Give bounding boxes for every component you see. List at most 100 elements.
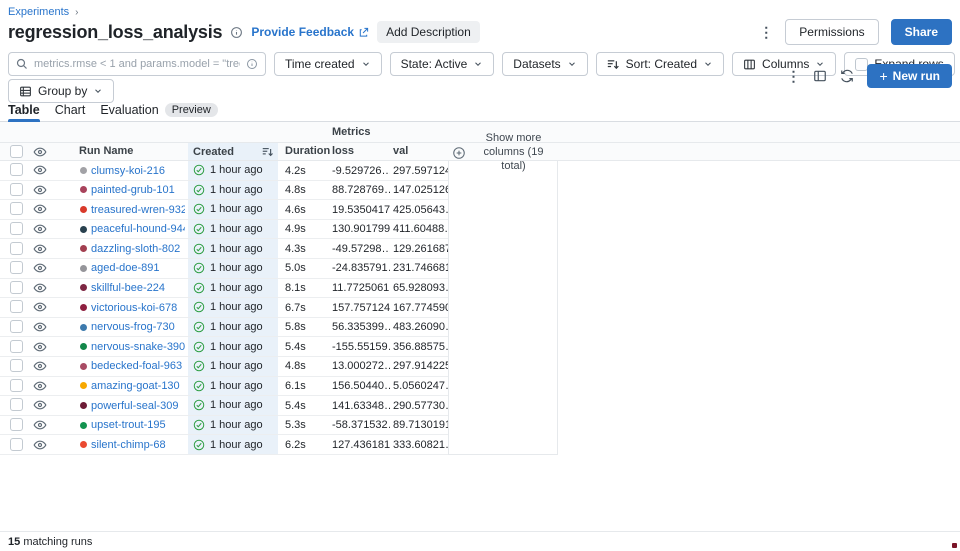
row-visibility-eye-icon[interactable] — [33, 183, 47, 197]
run-name-link[interactable]: treasured-wren-932 — [91, 204, 185, 216]
row-visibility-eye-icon[interactable] — [33, 438, 47, 452]
search-info-icon[interactable] — [246, 58, 258, 70]
row-checkbox[interactable] — [10, 281, 23, 294]
row-visibility-eye-icon[interactable] — [33, 281, 47, 295]
run-name-link[interactable]: silent-chimp-68 — [91, 439, 166, 451]
col-header-created[interactable]: Created — [188, 143, 278, 160]
search-input[interactable] — [34, 58, 240, 70]
run-name-link[interactable]: peaceful-hound-944 — [91, 223, 185, 235]
loss-cell: -155.55159… — [332, 341, 390, 353]
duration-cell: 4.8s — [285, 360, 329, 372]
run-name-link[interactable]: powerful-seal-309 — [91, 400, 178, 412]
duration-cell: 4.6s — [285, 204, 329, 216]
time-created-filter[interactable]: Time created — [274, 52, 382, 76]
group-by-control[interactable]: Group by — [8, 79, 114, 103]
breadcrumb-experiments-link[interactable]: Experiments — [8, 6, 69, 18]
row-checkbox[interactable] — [10, 222, 23, 235]
add-description-button[interactable]: Add Description — [377, 21, 480, 43]
tab-chart[interactable]: Chart — [55, 103, 86, 121]
row-visibility-eye-icon[interactable] — [33, 359, 47, 373]
col-header-run-name[interactable]: Run Name — [79, 145, 133, 157]
eye-icon[interactable] — [33, 145, 47, 159]
sort-control[interactable]: Sort: Created — [596, 52, 724, 76]
row-checkbox[interactable] — [10, 398, 23, 411]
row-checkbox[interactable] — [10, 418, 23, 431]
run-name-link[interactable]: nervous-frog-730 — [91, 321, 175, 333]
side-panel-icon[interactable] — [813, 69, 827, 83]
run-color-dot — [80, 382, 87, 389]
created-text: 1 hour ago — [210, 321, 263, 333]
tab-table[interactable]: Table — [8, 103, 40, 121]
created-cell: 1 hour ago — [188, 435, 278, 454]
search-icon — [16, 58, 28, 70]
loss-cell: 88.728769… — [332, 184, 390, 196]
row-checkbox[interactable] — [10, 300, 23, 313]
new-run-button[interactable]: + New run — [867, 64, 952, 88]
refresh-icon[interactable] — [840, 69, 854, 83]
row-checkbox[interactable] — [10, 261, 23, 274]
row-visibility-eye-icon[interactable] — [33, 222, 47, 236]
run-name-link[interactable]: upset-trout-195 — [91, 419, 166, 431]
row-checkbox[interactable] — [10, 340, 23, 353]
row-checkbox[interactable] — [10, 163, 23, 176]
row-checkbox[interactable] — [10, 202, 23, 215]
table-overflow-menu-icon[interactable]: ⋮ — [786, 69, 800, 83]
col-header-val[interactable]: val — [393, 145, 408, 157]
run-name-link[interactable]: dazzling-sloth-802 — [91, 243, 180, 255]
row-visibility-eye-icon[interactable] — [33, 202, 47, 216]
metrics-group-label: Metrics — [332, 126, 371, 138]
show-more-columns-button[interactable]: Show more columns (19 total) — [452, 132, 556, 173]
new-run-label: New run — [893, 69, 940, 83]
val-cell: 129.261687… — [393, 243, 448, 255]
val-cell: 290.57730… — [393, 400, 448, 412]
status-finished-icon — [193, 380, 205, 392]
row-checkbox[interactable] — [10, 242, 23, 255]
row-visibility-eye-icon[interactable] — [33, 379, 47, 393]
duration-cell: 5.3s — [285, 419, 329, 431]
loss-cell: 130.901799… — [332, 223, 390, 235]
select-all-checkbox[interactable] — [10, 145, 23, 158]
run-name-link[interactable]: victorious-koi-678 — [91, 302, 177, 314]
row-visibility-eye-icon[interactable] — [33, 320, 47, 334]
row-checkbox[interactable] — [10, 320, 23, 333]
row-checkbox[interactable] — [10, 379, 23, 392]
run-color-dot — [80, 402, 87, 409]
status-finished-icon — [193, 419, 205, 431]
permissions-button[interactable]: Permissions — [785, 19, 878, 45]
loss-cell: 157.757124… — [332, 302, 390, 314]
run-name-link[interactable]: bedecked-foal-963 — [91, 360, 182, 372]
run-name-link[interactable]: nervous-snake-390 — [91, 341, 185, 353]
share-button[interactable]: Share — [891, 19, 952, 45]
row-visibility-eye-icon[interactable] — [33, 261, 47, 275]
tab-evaluation[interactable]: EvaluationPreview — [100, 103, 218, 121]
col-header-duration[interactable]: Duration — [285, 145, 330, 157]
provide-feedback-link[interactable]: Provide Feedback — [251, 25, 369, 39]
row-checkbox[interactable] — [10, 359, 23, 372]
info-icon[interactable] — [230, 26, 243, 39]
run-name-link[interactable]: painted-grub-101 — [91, 184, 175, 196]
search-box[interactable] — [8, 52, 266, 76]
state-filter[interactable]: State: Active — [390, 52, 495, 76]
row-checkbox[interactable] — [10, 438, 23, 451]
table-row: nervous-snake-3901 hour ago5.4s-155.5515… — [0, 337, 448, 357]
row-visibility-eye-icon[interactable] — [33, 418, 47, 432]
run-name-link[interactable]: amazing-goat-130 — [91, 380, 180, 392]
overflow-menu-icon[interactable]: ⋮ — [759, 25, 773, 39]
datasets-filter[interactable]: Datasets — [502, 52, 587, 76]
created-cell: 1 hour ago — [188, 337, 278, 356]
row-visibility-eye-icon[interactable] — [33, 340, 47, 354]
columns-icon — [743, 58, 756, 71]
row-visibility-eye-icon[interactable] — [33, 242, 47, 256]
row-visibility-eye-icon[interactable] — [33, 300, 47, 314]
row-visibility-eye-icon[interactable] — [33, 163, 47, 177]
show-more-label: Show more columns (19 total) — [471, 132, 556, 173]
run-name-link[interactable]: aged-doe-891 — [91, 262, 160, 274]
loss-cell: 19.5350417… — [332, 204, 390, 216]
row-checkbox[interactable] — [10, 183, 23, 196]
created-text: 1 hour ago — [210, 419, 263, 431]
col-header-loss[interactable]: loss — [332, 145, 354, 157]
run-name-link[interactable]: clumsy-koi-216 — [91, 165, 165, 177]
row-visibility-eye-icon[interactable] — [33, 398, 47, 412]
duration-cell: 4.8s — [285, 184, 329, 196]
run-name-link[interactable]: skillful-bee-224 — [91, 282, 165, 294]
